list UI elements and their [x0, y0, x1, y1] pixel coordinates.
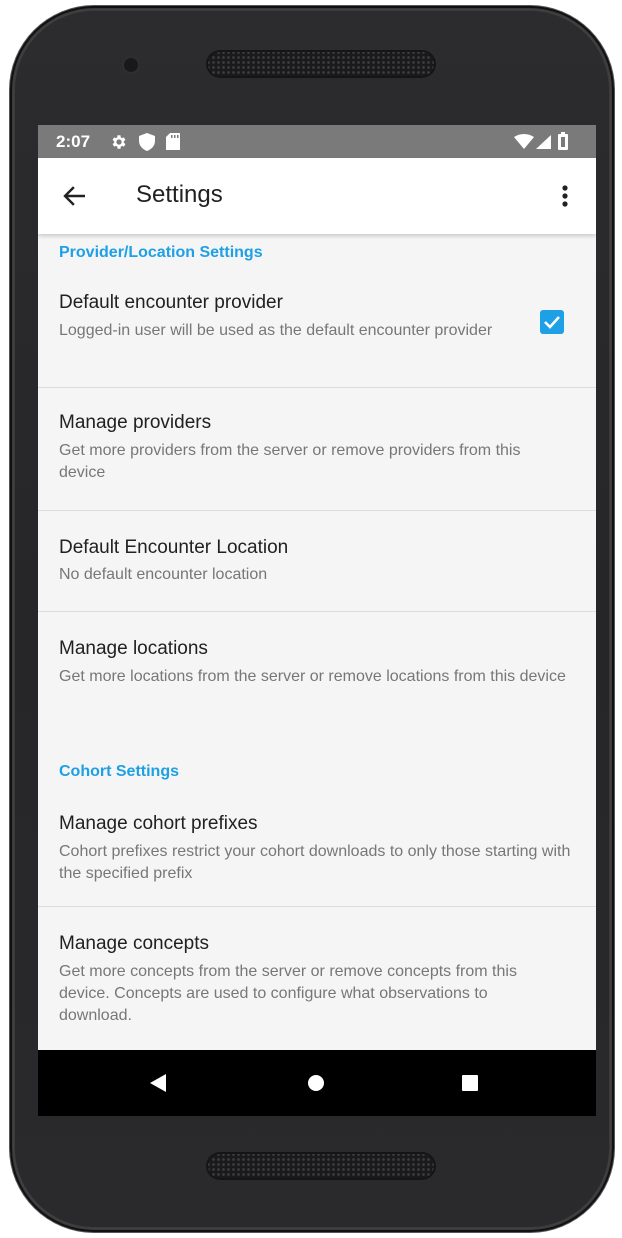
pref-title: Manage cohort prefixes	[59, 813, 258, 834]
recents-square-icon[interactable]	[450, 1063, 490, 1103]
front-camera	[124, 58, 138, 72]
pref-default-encounter-location[interactable]: Default Encounter Location No default en…	[38, 511, 596, 611]
shield-icon	[139, 133, 155, 156]
pref-summary: Get more providers from the server or re…	[59, 442, 521, 481]
pref-manage-concepts[interactable]: Manage concepts Get more concepts from t…	[38, 907, 596, 1050]
status-time: 2:07	[56, 132, 91, 151]
settings-list[interactable]: Provider/Location Settings Default encou…	[38, 234, 596, 1050]
arrow-back-icon[interactable]	[54, 176, 94, 216]
pref-manage-providers[interactable]: Manage providers Get more providers from…	[38, 388, 596, 510]
pref-summary: No default encounter location	[59, 566, 268, 583]
pref-title: Default Encounter Location	[59, 537, 289, 558]
pref-summary: Get more locations from the server or re…	[59, 668, 566, 685]
more-vert-icon[interactable]	[548, 176, 582, 216]
pref-summary: Get more concepts from the server or rem…	[59, 963, 517, 1024]
pref-default-encounter-provider[interactable]: Default encounter provider Logged-in use…	[38, 278, 596, 388]
default-provider-checkbox[interactable]	[540, 310, 564, 334]
app-bar: Settings	[38, 158, 596, 234]
battery-icon	[558, 132, 568, 155]
pref-title: Manage concepts	[59, 933, 209, 954]
pref-manage-locations[interactable]: Manage locations Get more locations from…	[38, 612, 596, 724]
category-provider-location: Provider/Location Settings	[59, 244, 263, 261]
sd-card-icon	[166, 133, 180, 155]
pref-summary: Logged-in user will be used as the defau…	[59, 322, 493, 339]
device-screen: 2:07 Settings Provider/Location Settings…	[38, 125, 596, 1116]
category-cohort: Cohort Settings	[59, 763, 179, 780]
back-triangle-icon[interactable]	[138, 1063, 178, 1103]
pref-title: Default encounter provider	[59, 292, 283, 313]
pref-title: Manage locations	[59, 638, 208, 659]
top-speaker-grille	[206, 50, 436, 78]
pref-summary: Cohort prefixes restrict your cohort dow…	[59, 843, 571, 882]
page-title: Settings	[136, 181, 223, 208]
pref-manage-cohort-prefixes[interactable]: Manage cohort prefixes Cohort prefixes r…	[38, 792, 596, 906]
pref-title: Manage providers	[59, 412, 212, 433]
wifi-icon	[514, 134, 534, 154]
settings-icon	[110, 133, 128, 156]
status-bar: 2:07	[38, 125, 596, 158]
system-nav-bar	[38, 1050, 596, 1116]
signal-icon	[536, 135, 551, 154]
bottom-speaker-grille	[206, 1152, 436, 1180]
home-circle-icon[interactable]	[296, 1063, 336, 1103]
